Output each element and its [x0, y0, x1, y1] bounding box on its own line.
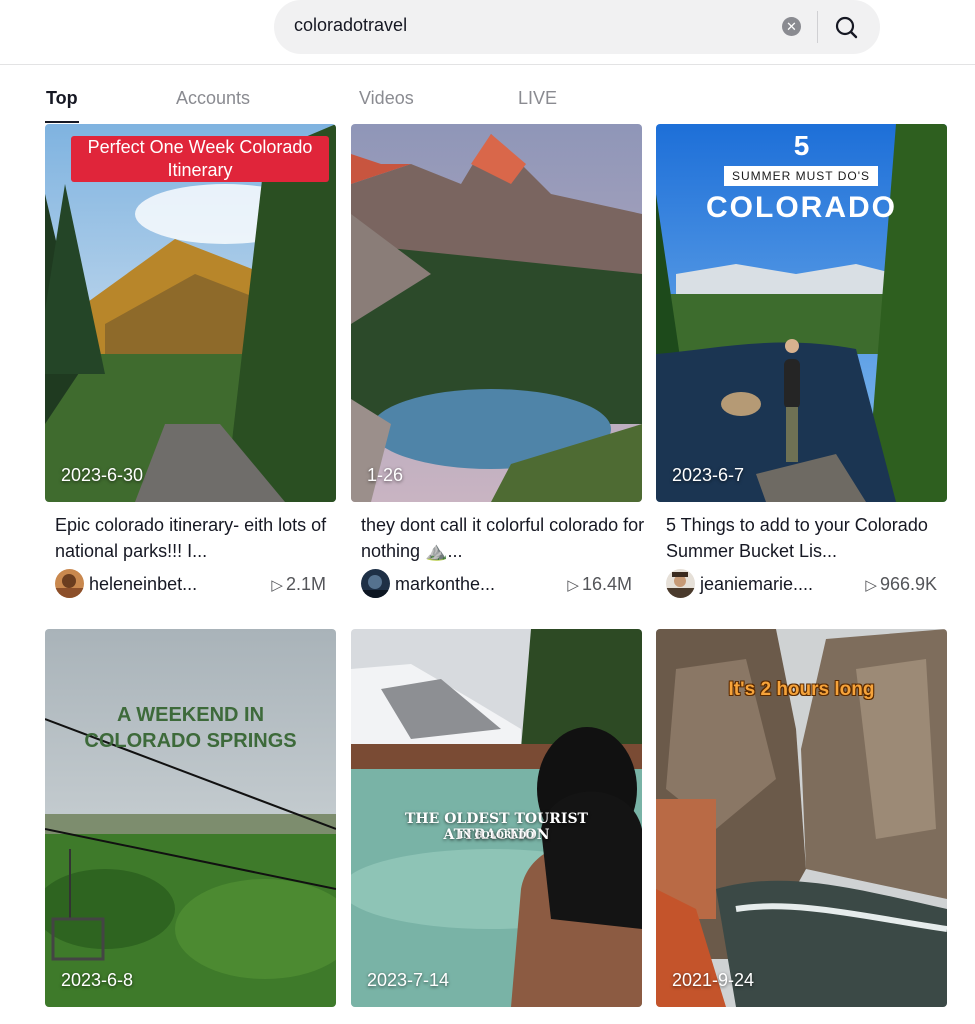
video-date: 2023-6-30: [61, 465, 144, 485]
search-divider: [817, 11, 818, 43]
video-thumbnail[interactable]: THE OLDEST TOURIST ATTRACTION IN COLORAD…: [351, 629, 642, 1007]
view-count-value: 16.4M: [581, 574, 632, 594]
play-icon: ▷: [567, 577, 579, 594]
thumbnail-image: [45, 629, 336, 1007]
search-button[interactable]: [826, 11, 866, 43]
tab-top[interactable]: Top: [46, 88, 78, 109]
username[interactable]: markonthe...: [395, 574, 495, 595]
video-thumbnail[interactable]: It's 2 hours long 2021-9-24: [656, 629, 947, 1007]
username[interactable]: jeaniemarie....: [700, 574, 813, 595]
play-icon: ▷: [865, 577, 877, 594]
video-date: 2023-6-8: [61, 970, 134, 990]
avatar[interactable]: [55, 569, 84, 598]
video-overlay-number: 5: [793, 130, 810, 161]
play-icon: ▷: [271, 577, 283, 594]
top-bar: coloradotravel ✕: [0, 0, 975, 65]
video-thumbnail[interactable]: 1-26: [351, 124, 642, 502]
active-tab-indicator: [45, 121, 79, 123]
video-thumbnail[interactable]: A WEEKEND IN COLORADO SPRINGS 2023-6-8: [45, 629, 336, 1007]
video-caption[interactable]: they dont call it colorful colorado for …: [361, 512, 646, 564]
video-thumbnail[interactable]: Perfect One Week Colorado Itinerary 2023…: [45, 124, 336, 502]
video-thumbnail[interactable]: 5 SUMMER MUST DO'S COLORADO 2023-6-7: [656, 124, 947, 502]
view-count: ▷ 16.4M: [567, 574, 632, 595]
search-tabs: Top Accounts Videos LIVE: [0, 80, 975, 124]
avatar[interactable]: [361, 569, 390, 598]
video-overlay-line2: IN COLORADO: [459, 831, 534, 841]
tab-live[interactable]: LIVE: [518, 88, 557, 109]
view-count: ▷ 2.1M: [271, 574, 326, 595]
search-input[interactable]: coloradotravel: [294, 15, 407, 36]
search-bar[interactable]: coloradotravel ✕: [274, 0, 880, 54]
tab-videos[interactable]: Videos: [359, 88, 414, 109]
tab-accounts[interactable]: Accounts: [176, 88, 250, 109]
video-overlay-text: It's 2 hours long: [728, 679, 875, 700]
video-date: 2021-9-24: [672, 970, 755, 990]
video-caption[interactable]: 5 Things to add to your Colorado Summer …: [666, 512, 951, 564]
view-count-value: 966.9K: [879, 574, 937, 594]
video-date: 2023-6-7: [672, 465, 745, 485]
video-meta: markonthe... ▷ 16.4M: [351, 569, 642, 599]
video-overlay-line1: A WEEKEND IN: [116, 704, 265, 726]
avatar[interactable]: [666, 569, 695, 598]
clear-icon[interactable]: ✕: [782, 17, 801, 36]
video-meta: jeaniemarie.... ▷ 966.9K: [656, 569, 947, 599]
video-overlay-line2: COLORADO SPRINGS: [84, 730, 297, 752]
search-icon: [835, 16, 858, 39]
video-meta: heleneinbet... ▷ 2.1M: [45, 569, 336, 599]
video-date: 2023-7-14: [367, 970, 450, 990]
video-overlay-subtitle: SUMMER MUST DO'S: [724, 166, 878, 186]
view-count-value: 2.1M: [285, 574, 326, 594]
video-date: 1-26: [367, 465, 404, 485]
username[interactable]: heleneinbet...: [89, 574, 197, 595]
video-caption[interactable]: Epic colorado itinerary- eith lots of na…: [55, 512, 340, 564]
thumbnail-image: [351, 124, 642, 502]
video-overlay-title: COLORADO: [706, 191, 897, 224]
view-count: ▷ 966.9K: [865, 574, 937, 595]
video-overlay-text: Perfect One Week Colorado Itinerary: [71, 136, 329, 182]
